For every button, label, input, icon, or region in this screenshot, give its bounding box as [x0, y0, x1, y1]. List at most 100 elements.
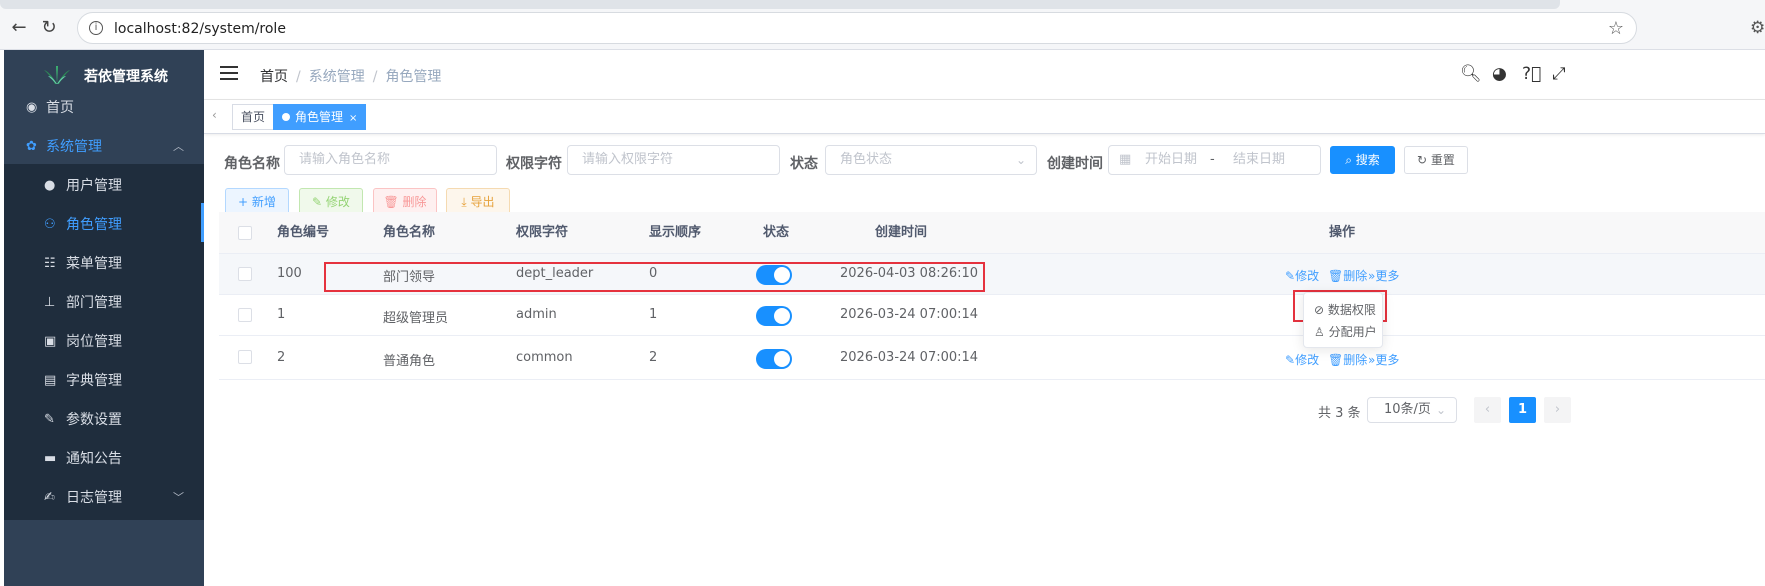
sidebar-item-dicts[interactable]: ▤ 字典管理: [4, 359, 204, 403]
bookmark-star-icon[interactable]: ☆: [1608, 18, 1624, 39]
row-delete-link[interactable]: 🗑︎删除: [1328, 267, 1367, 284]
dict-icon: ▤: [44, 373, 57, 388]
post-icon: ▣: [44, 334, 57, 349]
tree-icon: ⊥: [44, 295, 56, 310]
menu-item-data-scope[interactable]: ⊘ 数据权限: [1304, 299, 1382, 321]
row-checkbox[interactable]: [238, 267, 252, 281]
row-edit-link[interactable]: ✎修改: [1285, 351, 1319, 368]
col-status: 状态: [763, 225, 790, 240]
col-role-name: 角色名称: [383, 225, 436, 240]
col-role-id: 角色编号: [277, 225, 330, 240]
tree-table-icon: ☷: [44, 256, 56, 271]
table-row[interactable]: 2 普通角色 common 2 2026-03-24 07:00:14 ✎修改 …: [219, 336, 1765, 380]
sidebar-item-label: 用户管理: [66, 178, 122, 194]
status-switch[interactable]: [756, 306, 792, 326]
logo-icon: [44, 66, 70, 84]
status-select[interactable]: 角色状态 ⌄: [825, 145, 1037, 175]
search-icon: ⌕: [1345, 153, 1356, 167]
search-icon[interactable]: 🔍︎: [1460, 64, 1482, 84]
gear-icon: ✿: [26, 139, 37, 154]
sidebar-item-system[interactable]: ✿ 系统管理 ︿: [4, 125, 204, 169]
url-text: localhost:82/system/role: [114, 21, 286, 37]
sidebar-item-home[interactable]: ◉ 首页: [4, 86, 204, 130]
address-bar[interactable]: i localhost:82/system/role ☆: [77, 12, 1637, 44]
row-more-link[interactable]: »更多: [1368, 267, 1399, 284]
github-icon[interactable]: ◕: [1492, 64, 1507, 84]
reset-button[interactable]: ↻ 重置: [1404, 146, 1468, 174]
cell-role-id: 100: [277, 266, 302, 281]
sidebar-item-logs[interactable]: ✍ 日志管理 ﹀: [4, 476, 204, 520]
col-created: 创建时间: [875, 225, 928, 240]
status-label: 状态: [790, 156, 818, 172]
tag-home[interactable]: 首页: [232, 104, 275, 130]
close-icon[interactable]: ×: [349, 113, 357, 124]
cell-sort: 2: [649, 350, 658, 365]
date-range-picker[interactable]: ▦ 开始日期 - 结束日期: [1108, 145, 1321, 175]
menu-item-auth-user[interactable]: ♙ 分配用户: [1304, 321, 1382, 343]
row-delete-link[interactable]: 🗑︎删除: [1328, 351, 1367, 368]
cell-role-name: 普通角色: [383, 354, 436, 369]
edit-icon: ✎: [312, 195, 326, 209]
tags-view: ‹ 首页 角色管理 ×: [204, 100, 1765, 134]
table-row[interactable]: 1 超级管理员 admin 1 2026-03-24 07:00:14: [219, 295, 1765, 336]
site-info-icon[interactable]: i: [89, 21, 103, 35]
pagination-total: 共 3 条: [1318, 406, 1361, 421]
status-switch[interactable]: [756, 349, 792, 369]
breadcrumb-role: 角色管理: [385, 69, 442, 85]
start-date[interactable]: 开始日期: [1145, 146, 1197, 174]
peoples-icon: ⚇: [44, 217, 56, 232]
cell-role-id: 1: [277, 307, 286, 322]
sidebar-item-label: 角色管理: [66, 217, 122, 233]
circle-check-icon: ⊘: [1314, 303, 1328, 317]
page-size-select[interactable]: 10条/页 ⌄: [1367, 397, 1457, 423]
hamburger-icon[interactable]: [220, 66, 238, 82]
question-icon[interactable]: ?⃝: [1522, 64, 1541, 84]
sidebar-item-roles[interactable]: ⚇ 角色管理: [4, 203, 204, 247]
tag-role[interactable]: 角色管理 ×: [273, 104, 367, 130]
cell-role-key: common: [516, 350, 573, 365]
search-button[interactable]: ⌕ 搜索: [1330, 146, 1395, 174]
col-sort: 显示顺序: [649, 225, 702, 240]
next-page-button[interactable]: ›: [1544, 397, 1571, 423]
row-edit-link[interactable]: ✎修改: [1285, 267, 1319, 284]
end-date[interactable]: 结束日期: [1233, 146, 1285, 174]
fullscreen-icon[interactable]: ⤢: [1552, 64, 1566, 84]
row-checkbox[interactable]: [238, 350, 252, 364]
role-key-label: 权限字符: [506, 156, 562, 172]
role-name-label: 角色名称: [224, 156, 280, 172]
sidebar-item-notices[interactable]: ▬ 通知公告: [4, 437, 204, 481]
prev-page-button[interactable]: ‹: [1474, 397, 1501, 423]
date-label: 创建时间: [1047, 156, 1103, 172]
tag-label: 角色管理: [295, 110, 344, 124]
sidebar-item-configs[interactable]: ✎ 参数设置: [4, 398, 204, 442]
select-all-checkbox[interactable]: [238, 226, 252, 240]
row-more-link[interactable]: »更多: [1368, 351, 1399, 368]
row-checkbox[interactable]: [238, 308, 252, 322]
chevron-down-icon: ⌄: [1015, 153, 1026, 167]
log-icon: ✍: [44, 490, 55, 505]
role-name-input[interactable]: 请输入角色名称: [284, 145, 497, 175]
delete-icon: 🗑︎: [383, 195, 403, 209]
main-content: 首页 / 系统管理 / 角色管理 🔍︎ ◕ ?⃝ ⤢ ‹ 首页 角色管理 × 角色名称 请…: [204, 50, 1765, 586]
sidebar-item-label: 部门管理: [66, 295, 122, 311]
cell-created: 2026-03-24 07:00:14: [840, 350, 979, 365]
page-number-current[interactable]: 1: [1509, 397, 1536, 423]
breadcrumb-system[interactable]: 系统管理: [309, 69, 365, 85]
sidebar-item-depts[interactable]: ⊥ 部门管理: [4, 281, 204, 325]
sidebar-item-menus[interactable]: ☷ 菜单管理: [4, 242, 204, 286]
message-icon: ▬: [44, 451, 57, 466]
calendar-icon: ▦: [1119, 152, 1132, 167]
sidebar-item-label: 日志管理: [66, 490, 122, 506]
sidebar-item-label: 菜单管理: [66, 256, 122, 272]
back-icon[interactable]: ←: [8, 17, 30, 39]
chevron-left-icon[interactable]: ‹: [212, 108, 217, 122]
role-key-input[interactable]: 请输入权限字符: [567, 145, 780, 175]
reload-icon[interactable]: ↻: [38, 17, 60, 39]
cell-role-id: 2: [277, 350, 286, 365]
col-role-key: 权限字符: [516, 225, 569, 240]
sidebar-item-posts[interactable]: ▣ 岗位管理: [4, 320, 204, 364]
cell-created: 2026-03-24 07:00:14: [840, 307, 979, 322]
cell-sort: 1: [649, 307, 658, 322]
sidebar-item-users[interactable]: ● 用户管理: [4, 164, 204, 208]
extensions-icon[interactable]: ⚙: [1750, 18, 1765, 38]
